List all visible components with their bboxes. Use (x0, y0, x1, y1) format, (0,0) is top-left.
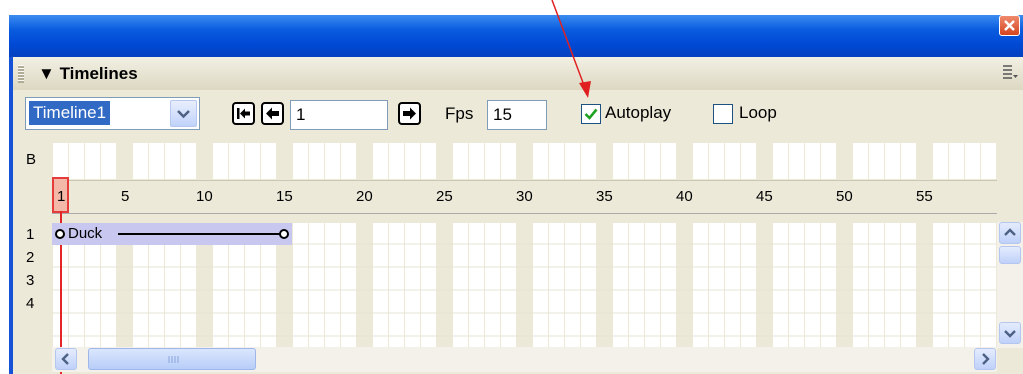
chevron-right-icon (982, 353, 990, 365)
frame-input[interactable]: 1 (290, 100, 388, 130)
rewind-to-start-button[interactable] (232, 102, 255, 125)
ruler-tick-label: 25 (436, 188, 453, 205)
autoplay-label[interactable]: Autoplay (605, 103, 671, 123)
ruler-tick-label: 10 (196, 188, 213, 205)
close-icon (1004, 20, 1015, 31)
fps-value: 15 (493, 105, 512, 124)
horizontal-scroll-thumb[interactable] (88, 348, 256, 370)
channel-label: 4 (26, 295, 35, 312)
scroll-up-button[interactable] (999, 222, 1021, 244)
ruler-tick-label: 5 (121, 188, 130, 205)
loop-checkbox[interactable] (713, 104, 733, 124)
scroll-down-button[interactable] (999, 322, 1021, 344)
chevron-up-icon (1004, 228, 1016, 236)
panel-title-text: Timelines (59, 64, 138, 83)
timeline-grid[interactable] (52, 143, 997, 349)
scroll-left-button[interactable] (55, 348, 77, 370)
rewind-to-start-icon (237, 108, 250, 119)
ruler-tick-label: 45 (756, 188, 773, 205)
dropdown-button[interactable] (170, 100, 197, 127)
loop-label[interactable]: Loop (739, 103, 777, 123)
ruler-tick-label: 40 (676, 188, 693, 205)
channel-label: 3 (26, 272, 35, 289)
panel-title[interactable]: ▼ Timelines (38, 62, 138, 86)
ruler-tick-label: 30 (516, 188, 533, 205)
animation-path-line (118, 233, 284, 235)
chevron-down-icon (177, 110, 190, 119)
fps-input[interactable]: 15 (487, 100, 547, 130)
chevron-left-icon (61, 353, 69, 365)
vertical-scroll-thumb[interactable] (999, 246, 1021, 264)
ruler-tick-label: 50 (836, 188, 853, 205)
keyframe-end-icon[interactable] (279, 229, 289, 239)
chevron-down-icon (1004, 330, 1016, 338)
arrow-left-icon (266, 107, 279, 120)
ruler-tick-label: 20 (356, 188, 373, 205)
autoplay-checkbox[interactable] (581, 104, 601, 124)
step-forward-button[interactable] (398, 102, 421, 125)
panel-header[interactable] (13, 57, 1023, 90)
step-back-button[interactable] (261, 102, 284, 125)
animation-bar-label: Duck (68, 225, 103, 242)
window-title-bar (9, 15, 1023, 57)
behavior-channel-label: B (26, 151, 37, 168)
arrow-right-icon (403, 107, 416, 120)
panel-options-icon[interactable] (1002, 64, 1018, 80)
frame-value: 1 (296, 105, 306, 124)
ruler-tick-label: 1 (57, 188, 66, 205)
scroll-right-button[interactable] (974, 348, 996, 370)
timeline-select[interactable]: Timeline1 (25, 97, 200, 130)
keyframe-start-icon[interactable] (55, 229, 65, 239)
channel-label: 2 (26, 249, 35, 266)
ruler-tick-label: 15 (276, 188, 293, 205)
expand-triangle-icon: ▼ (38, 64, 55, 83)
grip-icon (168, 356, 179, 363)
timeline-select-value: Timeline1 (29, 101, 111, 125)
close-button[interactable] (999, 15, 1020, 36)
channel-label: 1 (26, 226, 35, 243)
fps-label: Fps (445, 104, 474, 123)
panel-grip-icon[interactable] (18, 65, 24, 83)
ruler-tick-label: 55 (916, 188, 933, 205)
ruler-tick-label: 35 (596, 188, 613, 205)
checkmark-icon (584, 108, 598, 120)
